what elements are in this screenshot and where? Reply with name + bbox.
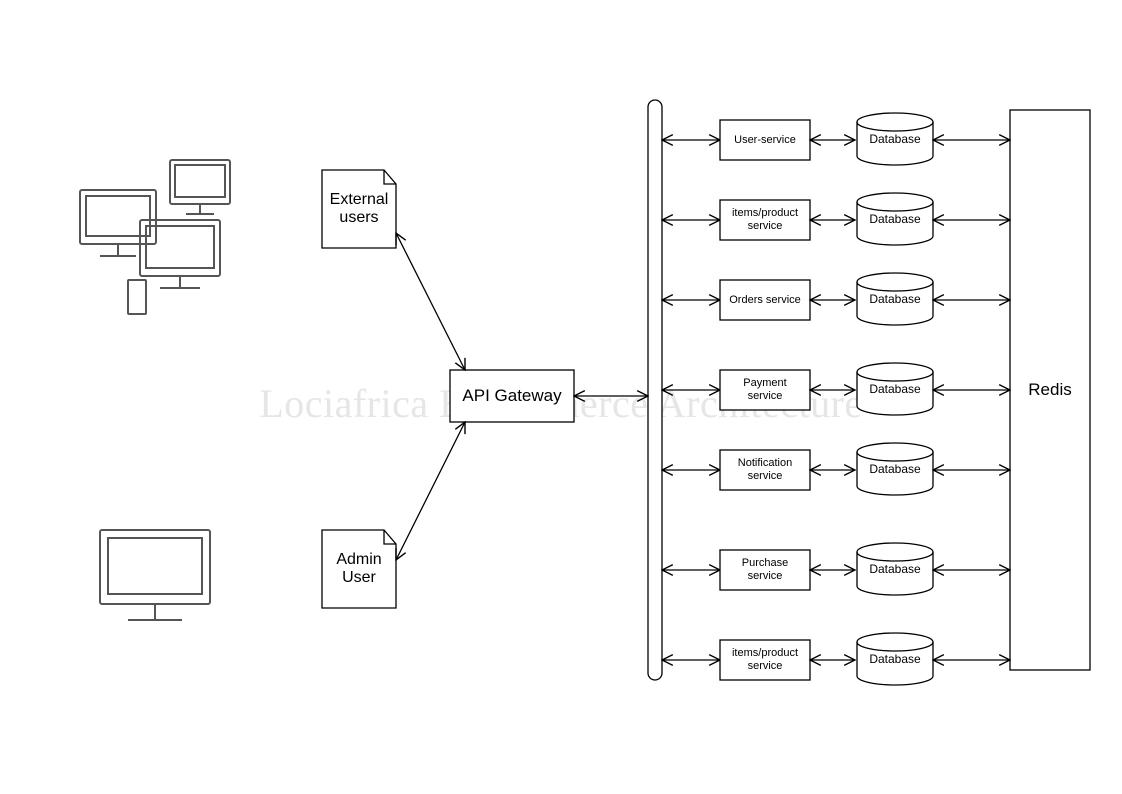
service-label-0: User-service: [720, 120, 810, 160]
database-label-3: Database: [855, 370, 935, 410]
service-label-5: Purchase service: [720, 550, 810, 590]
database-label-2: Database: [855, 280, 935, 320]
database-label-6: Database: [855, 640, 935, 680]
admin-monitor-icon: [100, 530, 210, 620]
external-users-label: External users: [322, 170, 396, 248]
service-row-3: [662, 363, 1010, 415]
database-label-5: Database: [855, 550, 935, 590]
service-row-6: [662, 633, 1010, 685]
service-label-2: Orders service: [720, 280, 810, 320]
service-row-2: [662, 273, 1010, 325]
service-bus: [648, 100, 662, 680]
redis-label: Redis: [1010, 110, 1090, 670]
service-row-4: [662, 443, 1010, 495]
database-label-0: Database: [855, 120, 935, 160]
database-label-1: Database: [855, 200, 935, 240]
service-label-1: items/product service: [720, 200, 810, 240]
service-row-1: [662, 193, 1010, 245]
workstation-cluster-icon: [80, 160, 230, 314]
api-gateway-label: API Gateway: [450, 370, 574, 422]
service-label-4: Notification service: [720, 450, 810, 490]
admin-user-label: Admin User: [322, 530, 396, 608]
service-label-3: Payment service: [720, 370, 810, 410]
service-row-5: [662, 543, 1010, 595]
edge-gateway-external: [396, 233, 465, 370]
edge-gateway-admin: [396, 422, 465, 560]
service-row-0: [662, 113, 1010, 165]
database-label-4: Database: [855, 450, 935, 490]
service-label-6: items/product service: [720, 640, 810, 680]
